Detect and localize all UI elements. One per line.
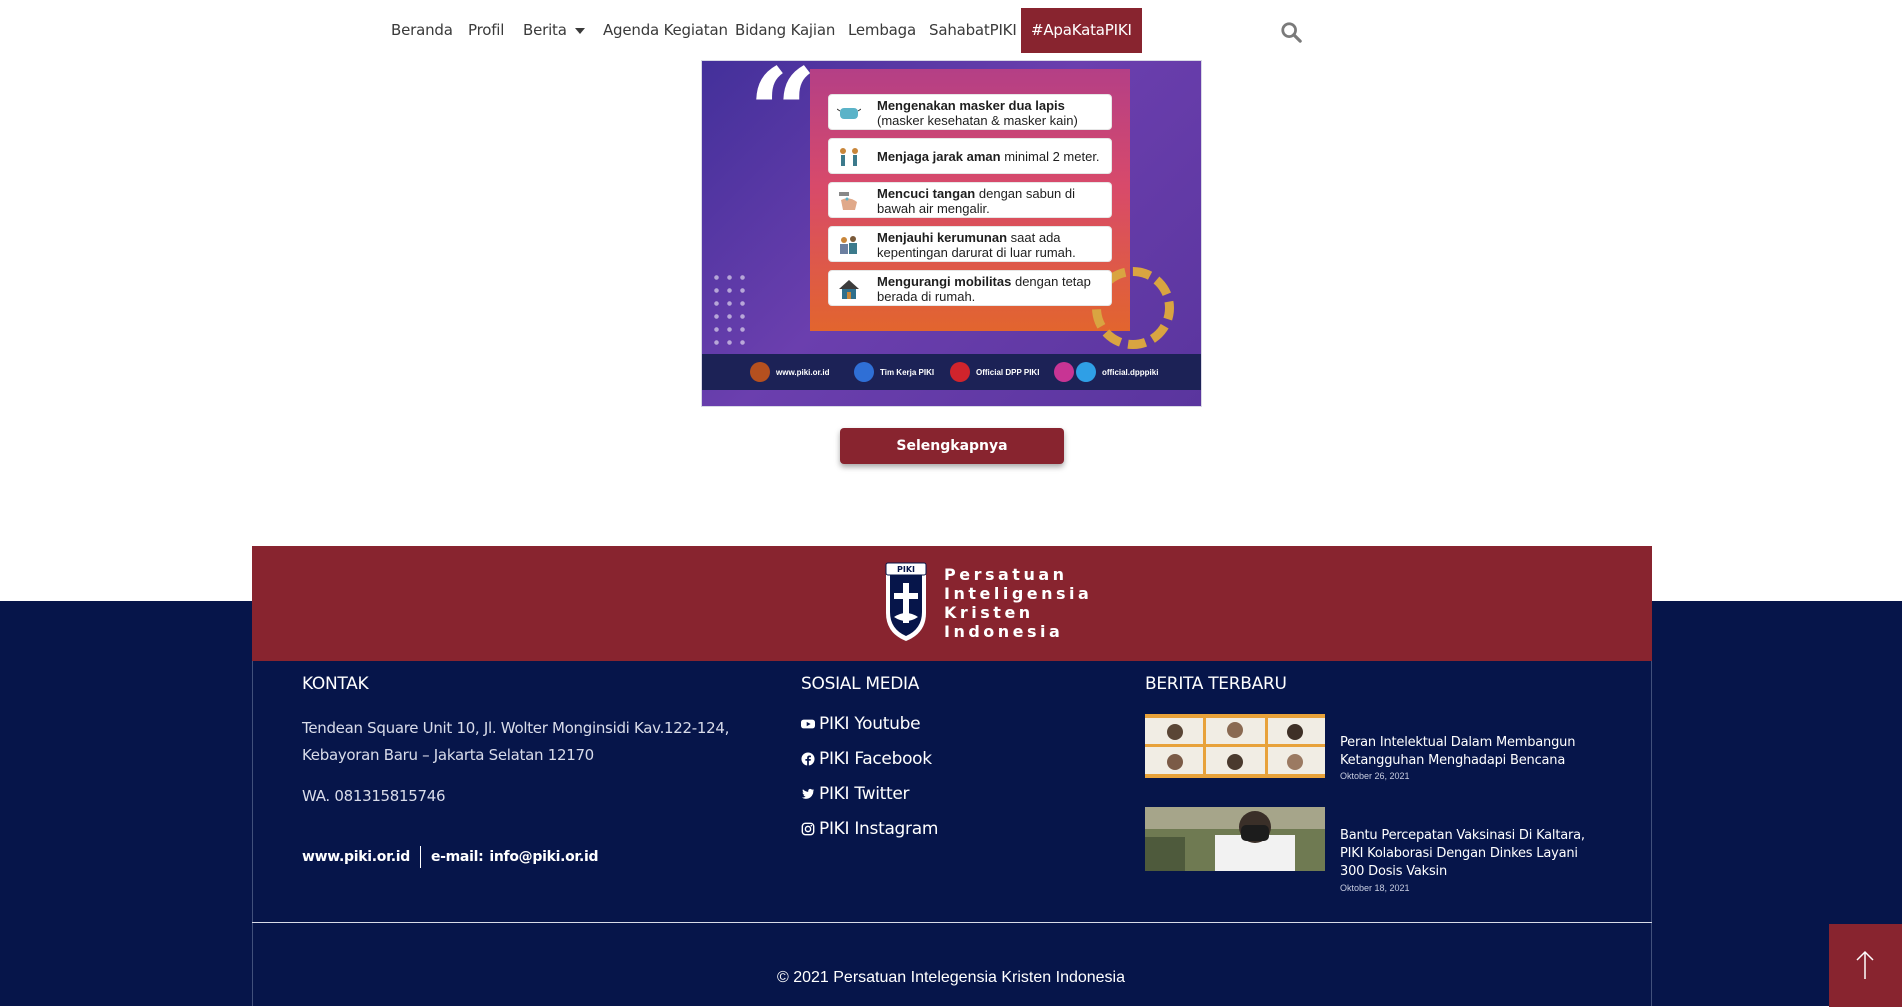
read-more-button[interactable]: Selengkapnya [840,428,1064,464]
facebook-icon [801,752,815,766]
quote-icon: “ [748,60,818,183]
news-item-date: Oktober 18, 2021 [1340,883,1410,893]
twitter-icon [1076,362,1096,382]
news-item-title[interactable]: Bantu Percepatan Vaksinasi Di Kaltara, P… [1340,827,1602,881]
strip-instagram-twitter: official.dpppiki [1054,362,1158,382]
social-title: SOSIAL MEDIA [801,674,920,694]
distance-icon [840,148,858,166]
twitter-icon [801,788,815,799]
crowd-icon [840,236,857,254]
scroll-to-top-button[interactable] [1829,924,1902,1007]
handwash-icon [839,192,857,210]
contact-address: Tendean Square Unit 10, Jl. Wolter Mongi… [302,719,730,764]
strip-facebook: Tim Kerja PIKI [854,362,934,382]
website-link[interactable]: www.piki.or.id [302,849,410,865]
nav-profil[interactable]: Profil [468,21,504,39]
nav-agenda-kegiatan[interactable]: Agenda Kegiatan [603,21,728,39]
tip-masker: Mengenakan masker dua lapis (masker keseh… [828,94,1112,130]
strip-youtube: Official DPP PIKI [950,362,1039,382]
tip-text: Menjauhi kerumunan saat ada kepentingan … [877,230,1076,260]
email-link[interactable]: info@piki.or.id [489,849,598,865]
contact-title: KONTAK [302,674,369,694]
nav-sahabatpiki[interactable]: SahabatPIKI [929,21,1017,39]
nav-lembaga[interactable]: Lembaga [848,21,916,39]
social-facebook-link[interactable]: PIKI Facebook [801,749,932,769]
tip-text: Mencuci tangan dengan sabun di bawah air… [877,186,1076,216]
nav-bidang-kajian[interactable]: Bidang Kajian [735,21,835,39]
svg-text:PIKI: PIKI [897,565,915,574]
news-thumbnail[interactable] [1145,807,1325,871]
news-item[interactable]: Bantu Percepatan Vaksinasi Di Kaltara, P… [1145,807,1605,897]
contact-whatsapp: WA. 081315815746 [302,787,446,805]
nav-berita[interactable]: Berita [523,21,585,39]
social-youtube-link[interactable]: PIKI Youtube [801,714,921,734]
mask-icon [837,108,861,119]
youtube-icon [801,719,815,729]
news-thumbnail[interactable] [1145,714,1325,778]
contact-links: www.piki.or.id e-mail: info@piki.or.id [302,846,599,868]
tip-text: Mengurangi mobilitas dengan tetap berada… [877,274,1091,304]
nav-berita-label: Berita [523,21,567,39]
email-label: e-mail: [430,849,484,865]
instagram-icon [801,822,815,836]
tip-cuci-tangan: Mencuci tangan dengan sabun di bawah air… [828,182,1112,218]
tip-text: Mengenakan masker dua lapis (masker keseh… [877,98,1078,128]
social-twitter-link[interactable]: PIKI Twitter [801,784,910,804]
social-instagram-link[interactable]: PIKI Instagram [801,819,938,839]
arrow-up-icon [1856,950,1874,979]
copyright-text: © 2021 Persatuan Intelegensia Kristen In… [776,969,1126,986]
instagram-icon [1054,362,1074,382]
facebook-icon [854,362,874,382]
strip-website: www.piki.or.id [750,362,830,382]
tip-text: Menjaga jarak aman minimal 2 meter. [877,149,1100,164]
news-title-heading: BERITA TERBARU [1145,674,1287,694]
chevron-down-icon [574,27,585,34]
youtube-icon [950,362,970,382]
footer-divider [252,922,1652,923]
search-icon[interactable] [1280,21,1302,43]
tip-mobilitas: Mengurangi mobilitas dengan tetap berada… [828,270,1112,306]
nav-apakatapiki[interactable]: #ApaKataPIKI [1021,8,1142,53]
piki-logo-seal: PIKI [885,562,927,641]
health-protocol-poster: “ Mengenakan masker dua lapis (masker kes… [701,60,1202,407]
divider [419,846,421,868]
tip-kerumunan: Menjauhi kerumunan saat ada kepentingan … [828,226,1112,262]
globe-icon [750,362,770,382]
poster-social-strip: www.piki.or.id Tim Kerja PIKI Official D… [702,354,1201,390]
nav-beranda[interactable]: Beranda [391,21,453,39]
tip-jarak: Menjaga jarak aman minimal 2 meter. [828,138,1112,174]
home-icon [839,280,859,299]
news-item-title[interactable]: Peran Intelektual Dalam Membangun Ketang… [1340,734,1602,770]
news-item-date: Oktober 26, 2021 [1340,771,1410,781]
main-navbar: Beranda Profil Berita Agenda Kegiatan Bi… [0,0,1902,60]
decorative-dots [710,271,750,351]
news-item[interactable]: Peran Intelektual Dalam Membangun Ketang… [1145,714,1605,784]
footer-brand-name: Persatuan Inteligensia Kristen Indonesia [944,565,1093,641]
